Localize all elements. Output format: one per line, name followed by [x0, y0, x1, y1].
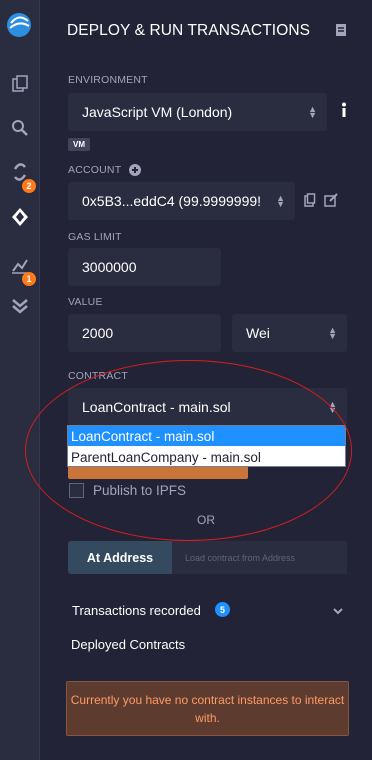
- chevron-down-icon[interactable]: [333, 602, 343, 620]
- deploy-run-icon[interactable]: [0, 197, 40, 237]
- search-icon[interactable]: [0, 108, 40, 148]
- deploy-run-panel: DEPLOY & RUN TRANSACTIONS ENVIRONMENT Ja…: [41, 0, 372, 760]
- select-caret-icon: ▲ ▼: [328, 325, 337, 341]
- vm-badge: VM: [68, 138, 90, 151]
- contract-select[interactable]: LoanContract - main.sol ▲ ▼: [68, 388, 347, 426]
- account-value: 0x5B3...eddC4 (99.9999999!: [82, 193, 262, 209]
- publish-ipfs-checkbox[interactable]: [69, 483, 84, 498]
- value-input[interactable]: 2000: [68, 314, 221, 352]
- contract-option-loancontract[interactable]: LoanContract - main.sol: [68, 426, 345, 446]
- select-caret-icon: ▲ ▼: [328, 399, 337, 415]
- value-unit: Wei: [246, 325, 270, 341]
- value-unit-select[interactable]: Wei ▲ ▼: [232, 314, 347, 352]
- contract-dropdown: LoanContract - main.sol ParentLoanCompan…: [67, 425, 346, 467]
- account-select[interactable]: 0x5B3...eddC4 (99.9999999! ▲ ▼: [68, 182, 295, 220]
- compiler-badge: 2: [22, 179, 36, 193]
- gas-limit-value: 3000000: [82, 259, 137, 275]
- icon-rail: 2 1: [0, 0, 40, 760]
- environment-select[interactable]: JavaScript VM (London) ▲ ▼: [68, 93, 327, 131]
- edit-icon[interactable]: [324, 193, 338, 212]
- no-instances-message: Currently you have no contract instances…: [66, 681, 349, 736]
- or-divider: OR: [197, 513, 215, 527]
- gas-limit-label: GAS LIMIT: [68, 231, 122, 243]
- panel-title: DEPLOY & RUN TRANSACTIONS: [67, 22, 311, 39]
- publish-ipfs-label: Publish to IPFS: [93, 483, 187, 498]
- verification-icon[interactable]: [0, 285, 40, 325]
- transactions-recorded-label[interactable]: Transactions recorded: [72, 603, 201, 618]
- analysis-badge: 1: [22, 272, 36, 286]
- value-label: VALUE: [68, 296, 103, 308]
- info-icon[interactable]: [340, 102, 348, 123]
- account-label: ACCOUNT: [68, 164, 122, 176]
- select-caret-icon: ▲ ▼: [308, 104, 317, 120]
- at-address-input[interactable]: Load contract from Address: [172, 541, 347, 574]
- contract-option-parentloancompany[interactable]: ParentLoanCompany - main.sol: [68, 447, 345, 467]
- environment-label: ENVIRONMENT: [68, 74, 148, 86]
- environment-value: JavaScript VM (London): [82, 104, 233, 120]
- value-amount: 2000: [82, 325, 114, 341]
- deployed-contracts-label: Deployed Contracts: [71, 637, 186, 652]
- gas-limit-input[interactable]: 3000000: [68, 248, 221, 286]
- contract-label: CONTRACT: [68, 370, 128, 382]
- select-caret-icon: ▲ ▼: [276, 193, 285, 209]
- contract-selected: LoanContract - main.sol: [82, 399, 231, 415]
- at-address-button[interactable]: At Address: [68, 541, 172, 574]
- remix-logo-icon[interactable]: [0, 6, 40, 46]
- add-account-icon[interactable]: [129, 163, 141, 181]
- docs-icon[interactable]: [335, 23, 347, 42]
- file-explorer-icon[interactable]: [0, 64, 40, 104]
- deploy-button[interactable]: [68, 467, 248, 479]
- at-address-placeholder: Load contract from Address: [185, 552, 296, 563]
- copy-icon[interactable]: [304, 193, 316, 212]
- transactions-count-badge: 5: [215, 602, 230, 617]
